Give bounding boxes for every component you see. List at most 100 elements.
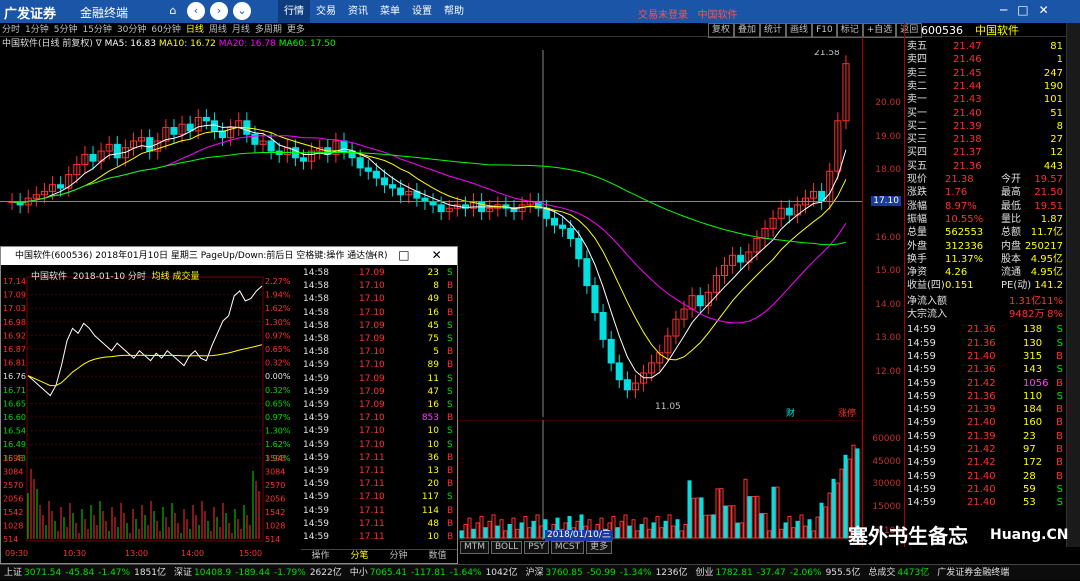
- menu-news[interactable]: 资讯: [342, 0, 374, 23]
- tab-more[interactable]: 更多: [586, 541, 613, 554]
- collapse-icon[interactable]: ⌄: [233, 2, 251, 20]
- close-icon[interactable]: ✕: [1039, 3, 1049, 17]
- minimize-icon[interactable]: ─: [369, 248, 376, 262]
- trade-side: S: [1056, 324, 1063, 336]
- menu-help[interactable]: 帮助: [438, 0, 470, 23]
- volume-chart[interactable]: [458, 420, 862, 540]
- menu-quotes[interactable]: 行情: [278, 0, 310, 23]
- tab-mtm[interactable]: MTM: [460, 541, 490, 554]
- tab-psy[interactable]: PSY: [524, 541, 549, 554]
- period-5min[interactable]: 5分钟: [54, 23, 78, 37]
- tick-price: 17.10: [359, 307, 385, 318]
- bid-price: 21.37: [953, 147, 982, 159]
- tick-side: S: [447, 373, 453, 384]
- back-icon[interactable]: ‹: [187, 2, 205, 20]
- tab-minutes[interactable]: 分钟: [379, 550, 418, 562]
- stat-label: 总额: [1001, 227, 1021, 239]
- trade-status[interactable]: 交易未登录 中国软件: [638, 6, 738, 21]
- period-more[interactable]: 更多: [287, 23, 305, 37]
- trade-volume: 172: [1023, 457, 1043, 469]
- stat-row: 振幅 10.55% 量比 1.87: [905, 213, 1067, 226]
- index-change: -37.47: [756, 568, 786, 578]
- candle-body: [397, 187, 405, 196]
- tab-mcst[interactable]: MCST: [550, 541, 585, 554]
- intraday-volume-tick-right: 2056: [265, 495, 285, 504]
- f10-button[interactable]: F10: [812, 23, 837, 38]
- tick-volume: 10: [427, 426, 439, 437]
- draw-button[interactable]: 画线: [786, 23, 813, 38]
- tick-volume: 89: [427, 360, 439, 371]
- tick-volume: 114: [421, 505, 439, 516]
- stat-label: 股本: [1001, 253, 1021, 265]
- trade-time: 14:59: [907, 390, 936, 402]
- stat-value: 1.87: [1040, 213, 1063, 225]
- index-quote[interactable]: 创业 1782.81 -37.47 -2.06% 955.5亿: [691, 565, 864, 580]
- intraday-price-tick: 16.65: [3, 399, 26, 408]
- limit-up-marker[interactable]: 涨停: [838, 407, 856, 417]
- stat-value: 1.76: [945, 187, 968, 199]
- side-toolbar[interactable]: [1066, 23, 1080, 547]
- volume-bar: [631, 519, 636, 539]
- flow-pct: 11%: [1040, 295, 1063, 307]
- tick-side: S: [447, 334, 453, 344]
- tick-time: 14:58: [303, 268, 329, 278]
- home-icon[interactable]: ⌂: [164, 2, 182, 20]
- intraday-time-tick: 14:00: [181, 549, 205, 558]
- bid-row: 买一 21.40 51: [905, 107, 1067, 120]
- period-weekly[interactable]: 周线: [209, 23, 227, 37]
- stock-name: 中国软件: [975, 24, 1019, 37]
- tick-volume: 16: [427, 400, 439, 410]
- bid-price: 21.40: [953, 107, 982, 119]
- maximize-icon[interactable]: □: [1017, 3, 1028, 17]
- tab-values[interactable]: 数值: [418, 550, 457, 562]
- index-quote[interactable]: 中小 7065.41 -117.81 -1.64% 1042亿: [346, 565, 522, 580]
- chart-title: 中国软件(日线 前复权): [2, 39, 93, 49]
- index-quote[interactable]: 深证 10408.9 -189.44 -1.79% 2622亿: [170, 565, 346, 580]
- menu-trade[interactable]: 交易: [310, 0, 342, 23]
- close-icon[interactable]: ✕: [432, 248, 442, 262]
- period-1min[interactable]: 1分钟: [25, 23, 49, 37]
- trade-price: 21.40: [967, 417, 996, 429]
- minimize-icon[interactable]: ─: [1000, 3, 1007, 17]
- menu-main[interactable]: 菜单: [374, 0, 406, 23]
- price-tick: 15.00: [875, 266, 901, 277]
- intraday-volume-tick: 2056: [3, 495, 23, 504]
- index-pct: -2.06%: [789, 568, 822, 578]
- stats-button[interactable]: 统计: [760, 23, 787, 38]
- period-monthly[interactable]: 月线: [232, 23, 250, 37]
- overlay-button[interactable]: 叠加: [734, 23, 761, 38]
- finance-marker[interactable]: 财: [786, 407, 795, 417]
- mark-button[interactable]: 标记: [836, 23, 863, 38]
- period-15min[interactable]: 15分钟: [82, 23, 111, 37]
- tab-boll[interactable]: BOLL: [491, 541, 523, 554]
- candle-body: [356, 157, 364, 169]
- period-30min[interactable]: 30分钟: [117, 23, 146, 37]
- menu-settings[interactable]: 设置: [406, 0, 438, 23]
- trade-row: 14:59 21.40 59 S: [905, 483, 1067, 496]
- tick-time: 14:59: [303, 532, 329, 542]
- intraday-chart[interactable]: 17.14 2.27% 17.09 1.94% 17.03 1.62% 16.98 1.30%…: [1, 267, 299, 547]
- expand-icon[interactable]: ∇: [96, 39, 102, 49]
- index-quote[interactable]: 沪深 3760.85 -50.99 -1.34% 1236亿: [521, 565, 691, 580]
- tab-ticks[interactable]: 分笔: [340, 550, 379, 562]
- intraday-pct-tick: 2.27%: [265, 277, 291, 286]
- stat-label: 涨幅: [907, 200, 927, 212]
- maximize-icon[interactable]: □: [398, 248, 409, 262]
- period-daily[interactable]: 日线: [186, 23, 204, 37]
- bid-row: 买五 21.36 443: [905, 160, 1067, 173]
- index-amount: 2622亿: [309, 568, 342, 578]
- index-quote[interactable]: 上证 3071.54 -45.84 -1.47% 1851亿: [0, 565, 170, 580]
- tab-operate[interactable]: 操作: [301, 550, 340, 562]
- tick-price: 17.10: [359, 281, 385, 292]
- period-multi[interactable]: 多周期: [255, 23, 282, 37]
- period-60min[interactable]: 60分钟: [151, 23, 180, 37]
- index-quote[interactable]: 总成交 4473亿: [864, 565, 933, 580]
- adjust-button[interactable]: 复权: [708, 23, 735, 38]
- tick-row: 14:58 17.10 49 B: [301, 293, 457, 306]
- period-intraday[interactable]: 分时: [2, 23, 20, 37]
- intraday-pct-tick: 1.62%: [265, 440, 291, 449]
- add-watchlist-button[interactable]: +自选: [862, 23, 897, 38]
- tick-price: 17.09: [359, 400, 385, 410]
- intraday-volume-tick-right: 514: [265, 535, 280, 544]
- forward-icon[interactable]: ›: [210, 2, 228, 20]
